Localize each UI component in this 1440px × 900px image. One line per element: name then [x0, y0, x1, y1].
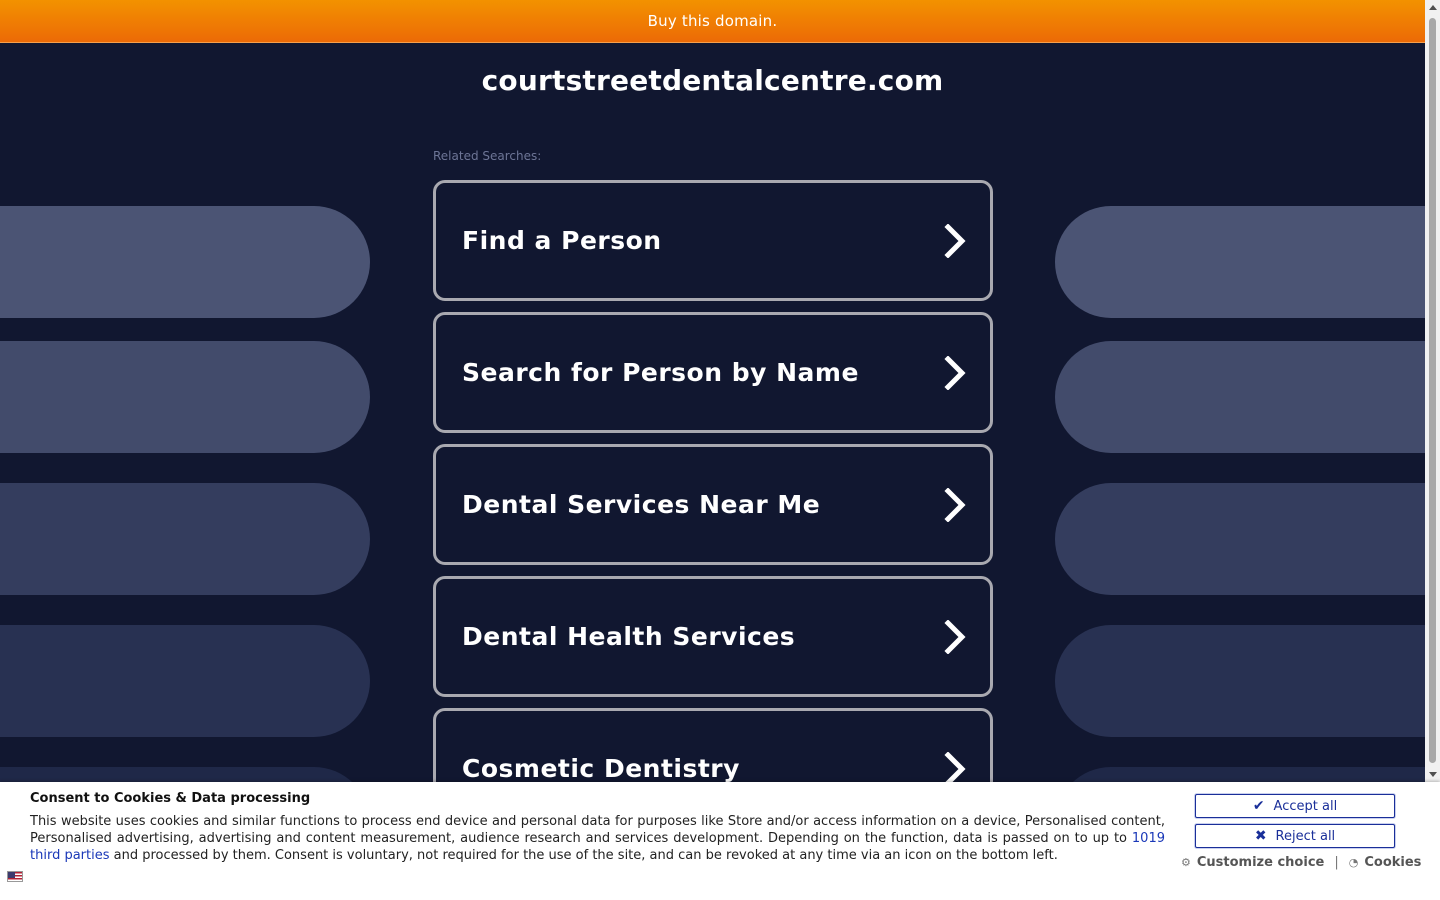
accept-all-label: Accept all [1273, 798, 1338, 814]
reject-all-button[interactable]: ✖ Reject all [1195, 824, 1395, 848]
decor-pill [0, 341, 370, 453]
scroll-down-arrow-icon[interactable] [1429, 772, 1437, 777]
gear-icon: ⚙ [1181, 856, 1191, 869]
reject-all-label: Reject all [1275, 828, 1336, 844]
decor-pill [0, 206, 370, 318]
related-searches-list: Find a Person Search for Person by Name … [433, 180, 993, 840]
scrollbar-thumb[interactable] [1429, 18, 1436, 763]
customize-choice-link[interactable]: Customize choice [1197, 855, 1324, 870]
buy-domain-banner[interactable]: Buy this domain. [0, 0, 1425, 43]
scroll-up-arrow-icon[interactable] [1429, 5, 1437, 10]
cookie-icon: ◔ [1348, 856, 1359, 869]
decor-pill [0, 625, 370, 737]
search-link-search-person-by-name[interactable]: Search for Person by Name [433, 312, 993, 433]
search-link-dental-services-near-me[interactable]: Dental Services Near Me [433, 444, 993, 565]
consent-text-part: and processed by them. Consent is volunt… [109, 848, 1058, 863]
decor-pill [0, 483, 370, 595]
chevron-right-icon [944, 619, 966, 654]
close-icon: ✖ [1254, 828, 1267, 844]
buy-domain-link[interactable]: Buy this domain. [648, 12, 778, 30]
search-link-dental-health-services[interactable]: Dental Health Services [433, 576, 993, 697]
search-link-label: Dental Services Near Me [462, 490, 821, 519]
chevron-right-icon [944, 223, 966, 258]
search-link-label: Dental Health Services [462, 622, 796, 651]
decor-pill [1055, 625, 1425, 737]
search-link-label: Find a Person [462, 226, 662, 255]
page-scrollbar[interactable] [1425, 0, 1440, 782]
us-flag-icon[interactable] [7, 871, 23, 882]
consent-text-part: This website uses cookies and similar fu… [30, 814, 1165, 846]
chevron-right-icon [944, 751, 966, 786]
consent-text: This website uses cookies and similar fu… [30, 813, 1165, 864]
search-link-label: Search for Person by Name [462, 358, 859, 387]
accept-all-button[interactable]: ✔ Accept all [1195, 794, 1395, 818]
search-link-find-a-person[interactable]: Find a Person [433, 180, 993, 301]
consent-title: Consent to Cookies & Data processing [30, 791, 311, 806]
search-link-label: Cosmetic Dentistry [462, 754, 740, 783]
site-title: courtstreetdentalcentre.com [481, 64, 944, 97]
link-separator: | [1334, 855, 1339, 870]
cookie-consent-banner: Consent to Cookies & Data processing Thi… [0, 782, 1440, 900]
decor-pill [1055, 341, 1425, 453]
decor-pill [1055, 206, 1425, 318]
cookies-link[interactable]: Cookies [1364, 855, 1421, 870]
consent-secondary-links: ⚙ Customize choice | ◔ Cookies [1181, 855, 1421, 870]
decor-pill [1055, 483, 1425, 595]
chevron-right-icon [944, 487, 966, 522]
check-icon: ✔ [1252, 798, 1265, 814]
chevron-right-icon [944, 355, 966, 390]
related-searches-heading: Related Searches: [433, 149, 542, 163]
